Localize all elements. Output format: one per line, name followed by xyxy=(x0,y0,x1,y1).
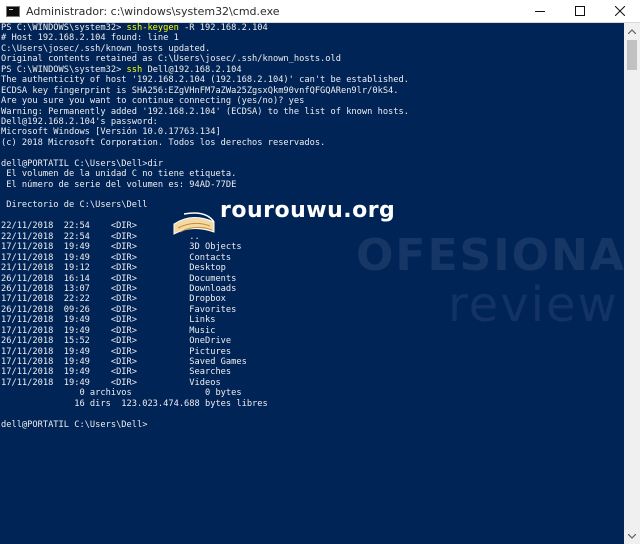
console-line-text: # Host 192.168.2.104 found: line 1 xyxy=(1,33,179,44)
scroll-thumb[interactable] xyxy=(627,40,637,70)
console-line: El volumen de la unidad C no tiene etiqu… xyxy=(1,169,624,179)
console-line: # Host 192.168.2.104 found: line 1 xyxy=(1,33,624,43)
console-line: 16 dirs 123.023.474.688 bytes libres xyxy=(1,399,624,409)
vertical-scrollbar[interactable] xyxy=(624,23,640,544)
console-line: PS C:\WINDOWS\system32> ssh-keygen -R 19… xyxy=(1,23,624,33)
console-line: ECDSA key fingerprint is SHA256:EZgVHnFM… xyxy=(1,86,624,96)
close-icon xyxy=(615,6,625,16)
window-title: Administrador: c:\windows\system32\cmd.e… xyxy=(26,4,280,18)
console-line: Dell@192.168.2.104's password: xyxy=(1,117,624,127)
console-line-text: ECDSA key fingerprint is SHA256:EZgVHnFM… xyxy=(1,85,399,96)
console-line: PS C:\WINDOWS\system32> ssh Dell@192.168… xyxy=(1,65,624,75)
console-line-text: Original contents retained as C:\Users\j… xyxy=(1,54,341,65)
console-line-text: Warning: Permanently added '192.168.2.10… xyxy=(1,106,409,117)
console-line: ​ xyxy=(1,409,624,419)
console-line-text: 21/11/2018 19:12 <DIR> Desktop xyxy=(1,263,226,274)
console-line-text: 26/11/2018 13:07 <DIR> Downloads xyxy=(1,283,237,294)
console-line-text: Dell@192.168.2.104's password: xyxy=(1,116,158,127)
console-line-text: Are you sure you want to continue connec… xyxy=(1,96,305,107)
scroll-down-button[interactable] xyxy=(624,528,640,544)
console-line-text: 26/11/2018 09:26 <DIR> Favorites xyxy=(1,304,237,315)
window-controls xyxy=(520,0,640,22)
chevron-up-icon xyxy=(628,28,636,34)
console-command: ssh xyxy=(126,64,143,75)
console-line-text: El número de serie del volumen es: 94AD-… xyxy=(1,179,237,190)
console-line-text: PS C:\WINDOWS\system32> xyxy=(1,64,127,75)
console-line-text: 17/11/2018 19:49 <DIR> Contacts xyxy=(1,252,232,263)
console-line: C:\Users\josec/.ssh/known_hosts updated. xyxy=(1,44,624,54)
console-line-text: El volumen de la unidad C no tiene etiqu… xyxy=(1,169,237,180)
console-line-text: 26/11/2018 16:14 <DIR> Documents xyxy=(1,273,237,284)
console-line-text: 17/11/2018 19:49 <DIR> Videos xyxy=(1,377,221,388)
console-line-text: 17/11/2018 19:49 <DIR> Links xyxy=(1,315,216,326)
watermark-background-sub: review xyxy=(448,277,619,333)
console-line-text: Microsoft Windows [Versión 10.0.17763.13… xyxy=(1,127,221,138)
chevron-down-icon xyxy=(628,533,636,539)
console-command-args: -R 192.168.2.104 xyxy=(178,23,268,33)
console-line-text: 17/11/2018 19:49 <DIR> Music xyxy=(1,325,216,336)
console-line-text: 0 archivos 0 bytes xyxy=(1,388,242,399)
console-line: (c) 2018 Microsoft Corporation. Todos lo… xyxy=(1,138,624,148)
console-line: ​ xyxy=(1,148,624,158)
console-line-text: C:\Users\josec/.ssh/known_hosts updated. xyxy=(1,43,211,54)
console-line-text: 17/11/2018 22:22 <DIR> Dropbox xyxy=(1,294,226,305)
console-line-text: PS C:\WINDOWS\system32> xyxy=(1,23,127,33)
console-line: Warning: Permanently added '192.168.2.10… xyxy=(1,107,624,117)
console-line: 26/11/2018 15:52 <DIR> OneDrive xyxy=(1,336,624,346)
minimize-icon xyxy=(535,11,545,12)
console-line-text: 17/11/2018 19:49 <DIR> Saved Games xyxy=(1,357,247,367)
cmd-icon[interactable] xyxy=(6,5,20,17)
console-line-text: 22/11/2018 22:54 <DIR> . xyxy=(1,221,195,232)
scroll-up-button[interactable] xyxy=(624,23,640,39)
console-line-text: (c) 2018 Microsoft Corporation. Todos lo… xyxy=(1,137,326,148)
watermark-logo-text: rourouwu.org xyxy=(220,198,396,223)
console-command: ssh-keygen xyxy=(126,23,179,33)
console-line-text: 16 dirs 123.023.474.688 bytes libres xyxy=(1,398,268,409)
console-line-text: dell@PORTATIL C:\Users\Dell> xyxy=(1,419,148,430)
console-line: 17/11/2018 19:49 <DIR> Videos xyxy=(1,378,624,388)
console-line: 17/11/2018 19:49 <DIR> Pictures xyxy=(1,347,624,357)
console-line-text: 17/11/2018 19:49 <DIR> 3D Objects xyxy=(1,242,242,253)
maximize-button[interactable] xyxy=(560,0,600,22)
console-line: dell@PORTATIL C:\Users\Dell>dir xyxy=(1,159,624,169)
close-button[interactable] xyxy=(600,0,640,22)
console-line: 17/11/2018 19:49 <DIR> Saved Games xyxy=(1,357,624,367)
console-line: dell@PORTATIL C:\Users\Dell> xyxy=(1,420,624,430)
console-line: The authenticity of host '192.168.2.104 … xyxy=(1,75,624,85)
console-line-text: 17/11/2018 19:49 <DIR> Pictures xyxy=(1,346,232,357)
title-bar[interactable]: Administrador: c:\windows\system32\cmd.e… xyxy=(0,0,640,23)
cmd-window: Administrador: c:\windows\system32\cmd.e… xyxy=(0,0,640,544)
console-line-text: Directorio de C:\Users\Dell xyxy=(1,200,148,211)
console-line: El número de serie del volumen es: 94AD-… xyxy=(1,180,624,190)
console-line-text: dell@PORTATIL C:\Users\Dell>dir xyxy=(1,158,164,169)
console-line: 0 archivos 0 bytes xyxy=(1,388,624,398)
console-line: Microsoft Windows [Versión 10.0.17763.13… xyxy=(1,127,624,137)
console-line: Are you sure you want to continue connec… xyxy=(1,96,624,106)
maximize-icon xyxy=(575,6,585,16)
minimize-button[interactable] xyxy=(520,0,560,22)
console-command-args: Dell@192.168.2.104 xyxy=(142,64,242,75)
console-line-text: 17/11/2018 19:49 <DIR> Searches xyxy=(1,367,232,378)
console-line-text: 26/11/2018 15:52 <DIR> OneDrive xyxy=(1,336,232,347)
console-line: 17/11/2018 19:49 <DIR> Searches xyxy=(1,367,624,377)
console-line-text: The authenticity of host '192.168.2.104 … xyxy=(1,75,409,86)
console-line: Original contents retained as C:\Users\j… xyxy=(1,54,624,64)
